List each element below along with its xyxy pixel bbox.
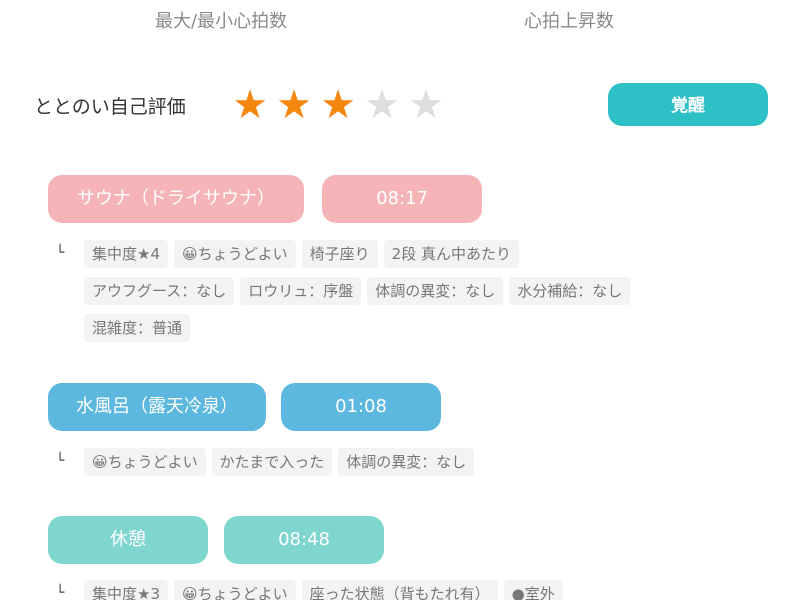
sauna-type-pill[interactable]: サウナ（ドライサウナ） xyxy=(48,175,304,223)
tag-row: 集中度★3 😀ちょうどよい 座った状態（背もたれ有） ●室外 xyxy=(84,580,569,600)
tag-chip: アウフグース：なし xyxy=(84,277,235,305)
tag-chip: 2段 真ん中あたり xyxy=(383,240,519,268)
rest-type-pill[interactable]: 休憩 xyxy=(48,516,208,564)
branch-icon: └ xyxy=(56,245,65,261)
star-empty-icon[interactable]: ★ xyxy=(404,82,448,128)
tag-chip: かたまで入った xyxy=(211,448,333,476)
star-empty-icon[interactable]: ★ xyxy=(360,82,404,128)
sauna-log-screen: 最大/最小心拍数 心拍上昇数 ととのい自己評価 ★ ★ ★ ★ ★ 覚醒 サウナ（ドライ… xyxy=(0,0,800,600)
tag-chip: 座った状態（背もたれ有） xyxy=(301,580,498,600)
self-rating-row: ととのい自己評価 ★ ★ ★ ★ ★ 覚醒 xyxy=(0,80,800,130)
star-filled-icon[interactable]: ★ xyxy=(228,82,272,128)
tag-chip: 体調の異変：なし xyxy=(367,277,504,305)
tag-chip: ロウリュ：序盤 xyxy=(240,277,362,305)
sauna-time-pill[interactable]: 08:17 xyxy=(322,175,482,223)
heart-rate-rise-label: 心拍上昇数 xyxy=(524,11,614,32)
cold-bath-tags: └ 😀ちょうどよい かたまで入った 体調の異変：なし xyxy=(52,446,772,480)
cold-bath-time-pill[interactable]: 01:08 xyxy=(281,383,441,431)
tag-chip: 集中度★4 xyxy=(84,240,168,268)
rest-time-pill[interactable]: 08:48 xyxy=(224,516,384,564)
tag-chip: 椅子座り xyxy=(301,240,378,268)
tag-chip: 水分補給：なし xyxy=(509,277,631,305)
tag-chip: 体調の異変：なし xyxy=(338,448,475,476)
tag-chip: 集中度★3 xyxy=(84,580,168,600)
branch-icon: └ xyxy=(56,453,65,469)
tag-chip: 😀ちょうどよい xyxy=(174,240,296,268)
rest-tags: └ 集中度★3 😀ちょうどよい 座った状態（背もたれ有） ●室外 xyxy=(52,578,772,600)
max-min-heart-rate-label: 最大/最小心拍数 xyxy=(155,11,288,32)
tag-chip: ●室外 xyxy=(503,580,563,600)
tag-chip: 😀ちょうどよい xyxy=(174,580,296,600)
tag-chip: 😀ちょうどよい xyxy=(84,448,206,476)
star-rating[interactable]: ★ ★ ★ ★ ★ xyxy=(228,82,448,128)
star-filled-icon[interactable]: ★ xyxy=(272,82,316,128)
cold-bath-type-pill[interactable]: 水風呂（露天冷泉） xyxy=(48,383,266,431)
tag-row: 混雑度：普通 xyxy=(84,314,196,344)
tag-row: アウフグース：なし ロウリュ：序盤 体調の異変：なし 水分補給：なし xyxy=(84,277,636,307)
heart-rate-header: 最大/最小心拍数 心拍上昇数 xyxy=(0,10,800,34)
self-rating-label: ととのい自己評価 xyxy=(34,96,186,118)
tag-row: 😀ちょうどよい かたまで入った 体調の異変：なし xyxy=(84,448,480,478)
sauna-tags: └ 集中度★4 😀ちょうどよい 椅子座り 2段 真ん中あたり アウフグース：なし ロウリ… xyxy=(52,238,772,348)
awake-button[interactable]: 覚醒 xyxy=(608,83,768,126)
star-filled-icon[interactable]: ★ xyxy=(316,82,360,128)
tag-row: 集中度★4 😀ちょうどよい 椅子座り 2段 真ん中あたり xyxy=(84,240,525,270)
tag-chip: 混雑度：普通 xyxy=(84,314,191,342)
branch-icon: └ xyxy=(56,585,65,600)
